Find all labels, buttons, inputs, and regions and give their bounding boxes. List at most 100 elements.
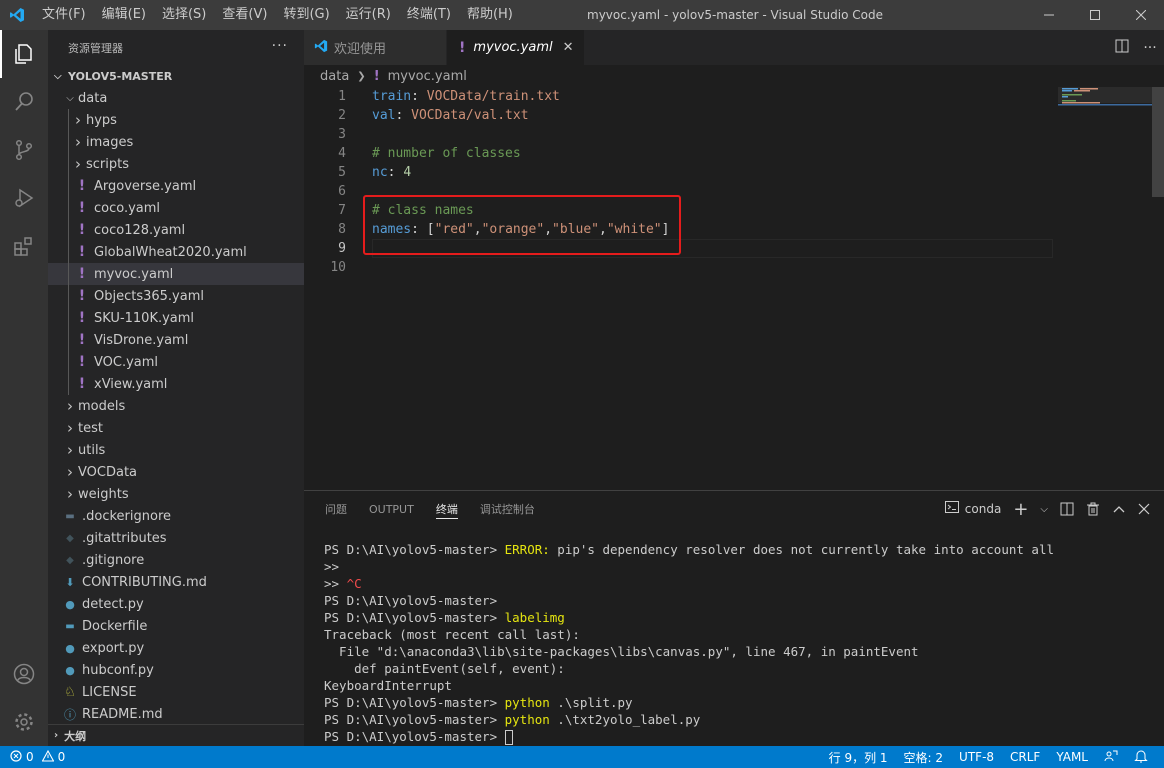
tree-item[interactable]: ▬ .dockerignore bbox=[48, 505, 304, 527]
vscode-logo-icon bbox=[0, 0, 34, 30]
terminal-text: .\txt2yolo_label.py bbox=[549, 712, 701, 727]
tree-item[interactable]: ! VOC.yaml bbox=[48, 351, 304, 373]
tab-problems[interactable]: 问题 bbox=[314, 491, 358, 527]
tree-item[interactable]: › images bbox=[48, 131, 304, 153]
tab-welcome[interactable]: 欢迎使用 bbox=[304, 30, 448, 65]
code-line: 5 nc: 4 bbox=[304, 163, 1054, 182]
source-control-icon[interactable] bbox=[0, 126, 48, 174]
minimize-icon[interactable] bbox=[1026, 0, 1072, 30]
tab-terminal[interactable]: 终端 bbox=[425, 491, 469, 527]
tree-item[interactable]: ◆ .gitattributes bbox=[48, 527, 304, 549]
menu-item[interactable]: 文件(F) bbox=[34, 0, 94, 30]
tree-item[interactable]: ! Objects365.yaml bbox=[48, 285, 304, 307]
terminal-icon bbox=[944, 501, 959, 517]
menu-item[interactable]: 查看(V) bbox=[214, 0, 275, 30]
scrollbar-thumb[interactable] bbox=[1152, 87, 1164, 197]
maximize-icon[interactable] bbox=[1072, 0, 1118, 30]
menu-item[interactable]: 编辑(E) bbox=[94, 0, 154, 30]
tree-item[interactable]: ! VisDrone.yaml bbox=[48, 329, 304, 351]
tree-item[interactable]: ! xView.yaml bbox=[48, 373, 304, 395]
terminal-text: PS D:\AI\yolov5-master> bbox=[324, 542, 505, 557]
breadcrumb-file[interactable]: myvoc.yaml bbox=[388, 69, 467, 84]
editor-scrollbar[interactable] bbox=[1152, 87, 1164, 490]
workspace-root[interactable]: ⌵ YOLOV5-MASTER bbox=[48, 65, 304, 87]
close-window-icon[interactable] bbox=[1118, 0, 1164, 30]
tree-item[interactable]: › scripts bbox=[48, 153, 304, 175]
split-terminal-icon[interactable] bbox=[1056, 498, 1078, 520]
tree-item[interactable]: › hyps bbox=[48, 109, 304, 131]
more-actions-icon[interactable]: ··· bbox=[272, 38, 288, 54]
trash-icon[interactable] bbox=[1082, 498, 1104, 520]
tree-item[interactable]: ! coco.yaml bbox=[48, 197, 304, 219]
bell-icon[interactable] bbox=[1126, 749, 1156, 766]
tree-item[interactable]: ● hubconf.py bbox=[48, 659, 304, 681]
tree-item[interactable]: › VOCData bbox=[48, 461, 304, 483]
end-of-line[interactable]: CRLF bbox=[1002, 750, 1048, 764]
explorer-sidebar: 资源管理器 ··· ⌵ YOLOV5-MASTER ⌵ data › hyps › ima… bbox=[48, 30, 304, 746]
tree-item[interactable]: › test bbox=[48, 417, 304, 439]
tree-item[interactable]: ! GlobalWheat2020.yaml bbox=[48, 241, 304, 263]
more-actions-icon[interactable]: ··· bbox=[1136, 40, 1164, 56]
terminal-shell-selector[interactable]: conda bbox=[941, 498, 1006, 520]
tree-item[interactable]: › utils bbox=[48, 439, 304, 461]
tab-myvoc-yaml[interactable]: ! myvoc.yaml ✕ bbox=[447, 30, 585, 65]
extensions-icon[interactable] bbox=[0, 222, 48, 270]
tree-item-label: hubconf.py bbox=[82, 662, 154, 678]
tree-item[interactable]: ⓘ README.md bbox=[48, 703, 304, 725]
tree-item[interactable]: ⌵ data bbox=[48, 87, 304, 109]
menu-item[interactable]: 帮助(H) bbox=[459, 0, 521, 30]
indent-guide bbox=[68, 241, 69, 263]
close-panel-icon[interactable] bbox=[1134, 498, 1154, 520]
explorer-icon[interactable] bbox=[0, 30, 48, 78]
search-icon[interactable] bbox=[0, 78, 48, 126]
encoding[interactable]: UTF-8 bbox=[951, 750, 1002, 764]
language-mode[interactable]: YAML bbox=[1048, 750, 1096, 764]
tree-item[interactable]: ◆ .gitignore bbox=[48, 549, 304, 571]
cursor-position[interactable]: 行 9，列 1 bbox=[821, 749, 896, 766]
terminal-output[interactable]: PS D:\AI\yolov5-master> ERROR: pip's dep… bbox=[324, 541, 1154, 745]
chevron-down-icon: ⌵ bbox=[66, 92, 74, 104]
tree-item[interactable]: › models bbox=[48, 395, 304, 417]
tree-item[interactable]: ! Argoverse.yaml bbox=[48, 175, 304, 197]
tree-item-label: README.md bbox=[82, 706, 163, 722]
tree-item[interactable]: ♘ LICENSE bbox=[48, 681, 304, 703]
outline-label: 大纲 bbox=[64, 729, 87, 743]
close-tab-icon[interactable]: ✕ bbox=[563, 40, 574, 55]
outline-section[interactable]: › 大纲 bbox=[48, 724, 304, 746]
tree-item[interactable]: ! coco128.yaml bbox=[48, 219, 304, 241]
tree-item[interactable]: › weights bbox=[48, 483, 304, 505]
minimap[interactable] bbox=[1058, 87, 1152, 487]
chevron-down-icon[interactable]: ⌵ bbox=[1036, 498, 1052, 520]
tree-item[interactable]: ! myvoc.yaml bbox=[48, 263, 304, 285]
tree-item[interactable]: ● export.py bbox=[48, 637, 304, 659]
settings-gear-icon[interactable] bbox=[0, 698, 48, 746]
yaml-file-icon: ! bbox=[78, 310, 86, 326]
chevron-right-icon: › bbox=[54, 730, 59, 741]
indentation[interactable]: 空格: 2 bbox=[896, 749, 952, 766]
info-file-icon: ⓘ bbox=[63, 707, 76, 722]
tree-item[interactable]: ▬ Dockerfile bbox=[48, 615, 304, 637]
file-tree: ⌵ data › hyps › images › scripts! Argoverse.yaml… bbox=[48, 87, 304, 725]
split-editor-icon[interactable] bbox=[1108, 39, 1136, 57]
menu-item[interactable]: 选择(S) bbox=[154, 0, 214, 30]
terminal-text: ^C bbox=[346, 576, 362, 591]
problems-status[interactable]: 0 0 bbox=[0, 749, 65, 765]
breadcrumb-folder[interactable]: data bbox=[320, 69, 349, 84]
maximize-panel-icon[interactable] bbox=[1108, 498, 1130, 520]
code-editor[interactable]: 1 train: VOCData/train.txt 2 val: VOCData/v… bbox=[304, 87, 1054, 487]
tree-item[interactable]: ⬇ CONTRIBUTING.md bbox=[48, 571, 304, 593]
tab-debug-console[interactable]: 调试控制台 bbox=[469, 491, 546, 527]
terminal-text: PS D:\AI\yolov5-master> bbox=[324, 610, 505, 625]
menu-item[interactable]: 运行(R) bbox=[338, 0, 399, 30]
tab-output[interactable]: OUTPUT bbox=[358, 491, 425, 527]
code-token: nc bbox=[372, 165, 388, 180]
new-terminal-icon[interactable]: + bbox=[1009, 498, 1032, 520]
feedback-icon[interactable] bbox=[1096, 749, 1126, 766]
tree-item[interactable]: ● detect.py bbox=[48, 593, 304, 615]
tree-item[interactable]: ! SKU-110K.yaml bbox=[48, 307, 304, 329]
menu-item[interactable]: 转到(G) bbox=[275, 0, 337, 30]
account-icon[interactable] bbox=[0, 650, 48, 698]
menu-item[interactable]: 终端(T) bbox=[399, 0, 459, 30]
tree-item-label: GlobalWheat2020.yaml bbox=[94, 244, 247, 260]
run-debug-icon[interactable] bbox=[0, 174, 48, 222]
